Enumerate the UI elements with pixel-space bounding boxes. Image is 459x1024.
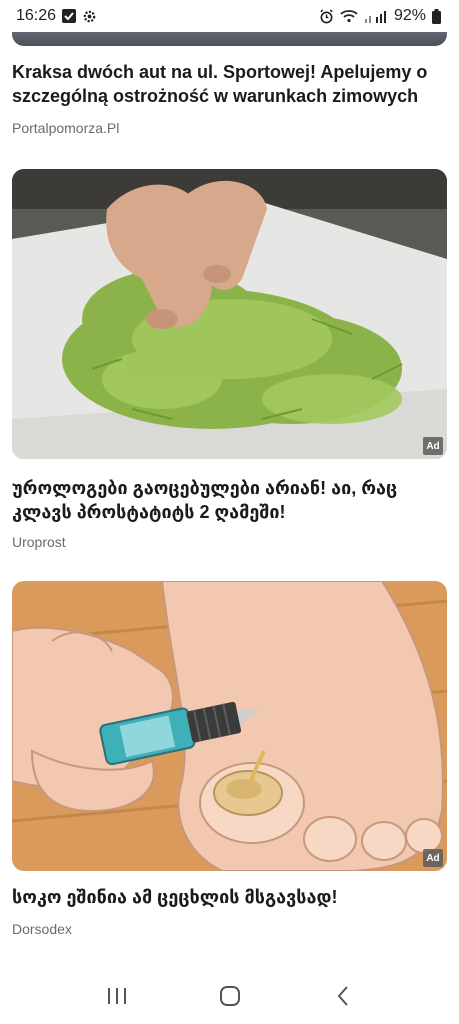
- status-bar: 16:26 92%: [0, 0, 459, 32]
- hands-herbs-image[interactable]: Ad: [12, 169, 447, 459]
- ad-badge[interactable]: Ad: [423, 437, 443, 455]
- gear-icon: [82, 9, 97, 24]
- article-source: Dorsodex: [12, 921, 72, 937]
- article-headline[interactable]: Kraksa dwóch aut na ul. Sportowej! Apelu…: [12, 60, 442, 108]
- battery-icon: [432, 8, 441, 24]
- home-icon[interactable]: [210, 976, 250, 1016]
- article-source: Portalpomorza.Pl: [12, 120, 120, 136]
- battery-level: 92%: [393, 7, 426, 24]
- status-time: 16:26: [16, 7, 57, 24]
- foot-oil-image[interactable]: Ad: [12, 581, 447, 871]
- wifi-icon: [340, 9, 358, 23]
- signal-icon: [364, 9, 388, 23]
- ad-badge[interactable]: Ad: [423, 849, 443, 867]
- back-icon[interactable]: [323, 976, 363, 1016]
- article-source: Uroprost: [12, 534, 66, 550]
- alarm-icon: [319, 8, 334, 24]
- article-headline[interactable]: უროლოგები გაოცებულები არიან! აი, რაც კლა…: [12, 476, 442, 524]
- navigation-bar: [0, 968, 459, 1024]
- checkbox-icon: [62, 9, 77, 23]
- article-headline[interactable]: სოკო ეშინია ამ ცეცხლის მსგავსად!: [12, 885, 442, 909]
- recent-apps-icon[interactable]: [97, 976, 137, 1016]
